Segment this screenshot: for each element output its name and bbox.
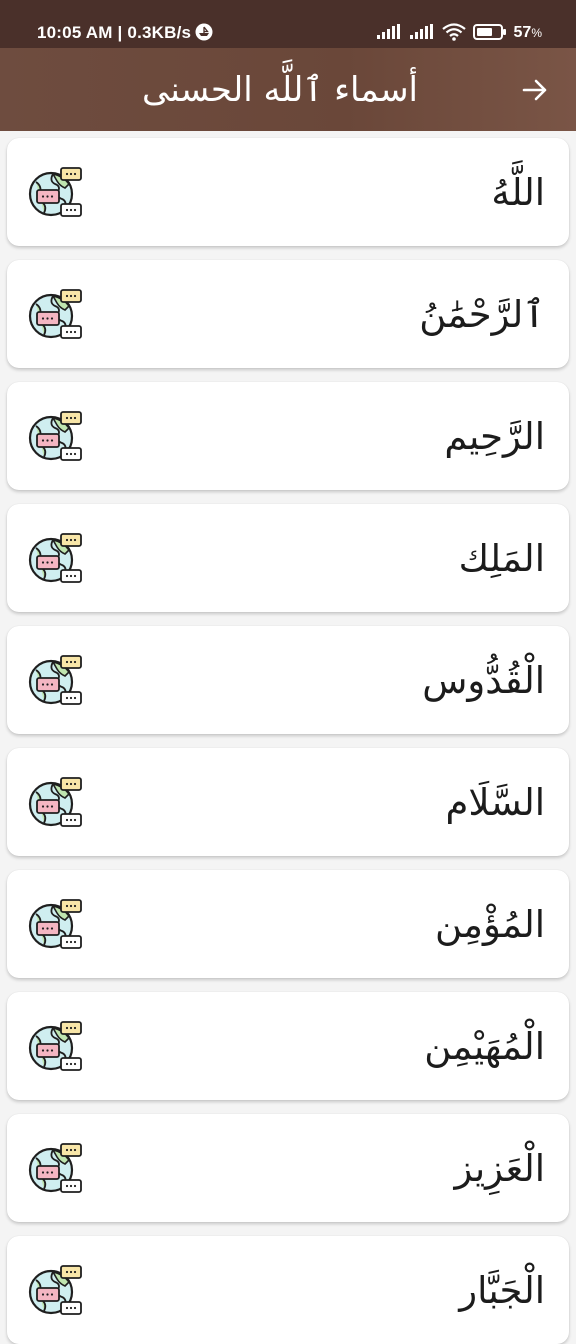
signal-icon-2 — [409, 24, 433, 39]
name-card[interactable]: الْقُدُّوس — [7, 626, 569, 734]
name-card[interactable]: الرَّحِيم — [7, 382, 569, 490]
name-label: الرَّحِيم — [444, 414, 545, 458]
name-card[interactable]: المُؤْمِن — [7, 870, 569, 978]
arrow-right-icon — [522, 79, 547, 101]
name-label: اللَّهُ — [491, 170, 545, 214]
name-card[interactable]: الْمُهَيْمِن — [7, 992, 569, 1100]
name-label: ٱلرَّحْمَٰنُ — [419, 292, 545, 336]
boat-notification-icon — [195, 23, 213, 41]
globe-translate-icon[interactable] — [27, 654, 83, 708]
name-label: الْجَبَّار — [459, 1268, 545, 1312]
globe-translate-icon[interactable] — [27, 776, 83, 830]
battery-percent: 57% — [513, 24, 542, 41]
status-time-network: 10:05 AM | 0.3KB/s — [37, 22, 192, 42]
wifi-icon — [441, 23, 466, 41]
globe-translate-icon[interactable] — [27, 166, 83, 220]
toolbar: أسماء ٱللَّه الحسنى — [0, 48, 576, 131]
name-label: الْمُهَيْمِن — [424, 1024, 545, 1068]
name-label: المَلِك — [458, 536, 545, 580]
globe-translate-icon[interactable] — [27, 288, 83, 342]
name-label: الْعَزِيز — [454, 1146, 545, 1190]
globe-translate-icon[interactable] — [27, 1020, 83, 1074]
name-card[interactable]: ٱلرَّحْمَٰنُ — [7, 260, 569, 368]
globe-translate-icon[interactable] — [27, 532, 83, 586]
back-button[interactable] — [518, 73, 552, 107]
signal-icon — [376, 24, 400, 39]
battery-icon — [472, 24, 506, 40]
globe-translate-icon[interactable] — [27, 1264, 83, 1318]
name-card[interactable]: السَّلَام — [7, 748, 569, 856]
name-label: المُؤْمِن — [434, 902, 545, 946]
name-label: الْقُدُّوس — [422, 658, 545, 702]
name-card[interactable]: المَلِك — [7, 504, 569, 612]
name-card[interactable]: الْجَبَّار — [7, 1236, 569, 1344]
name-card[interactable]: اللَّهُ — [7, 138, 569, 246]
globe-translate-icon[interactable] — [27, 410, 83, 464]
status-bar: 10:05 AM | 0.3KB/s 57% — [0, 0, 576, 48]
name-label: السَّلَام — [445, 780, 545, 824]
page-title: أسماء ٱللَّه الحسنى — [142, 70, 419, 110]
globe-translate-icon[interactable] — [27, 1142, 83, 1196]
name-card[interactable]: الْعَزِيز — [7, 1114, 569, 1222]
globe-translate-icon[interactable] — [27, 898, 83, 952]
